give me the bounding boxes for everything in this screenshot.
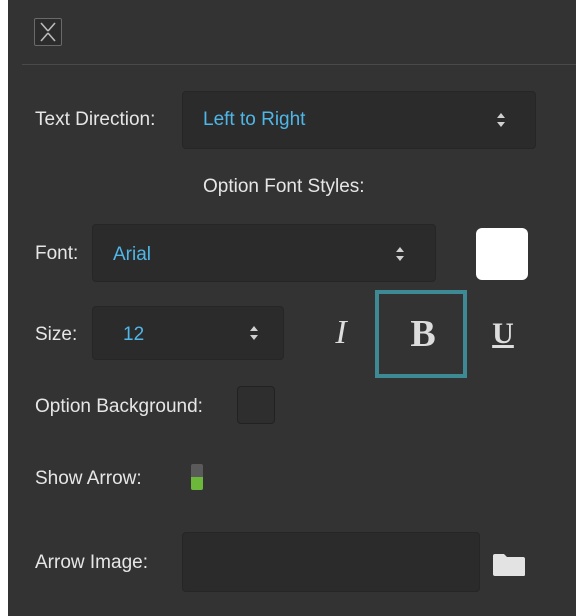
option-background-swatch[interactable] (237, 386, 275, 424)
header-divider (22, 64, 576, 65)
underline-button[interactable]: U (489, 314, 517, 354)
panel-header (8, 0, 576, 64)
font-label: Font: (35, 243, 79, 264)
arrow-image-input[interactable] (182, 532, 480, 592)
arrow-image-label: Arrow Image: (35, 552, 148, 573)
option-font-styles-heading: Option Font Styles: (203, 176, 365, 197)
close-button[interactable] (34, 18, 62, 46)
show-arrow-toggle[interactable] (191, 464, 203, 490)
spinner-arrows-icon (496, 112, 506, 128)
italic-button[interactable]: I (326, 313, 356, 353)
close-icon (40, 22, 56, 42)
spinner-arrows-icon (395, 246, 405, 262)
bold-button[interactable]: B (398, 312, 448, 356)
size-stepper[interactable]: 12 (92, 306, 284, 360)
option-background-label: Option Background: (35, 396, 203, 417)
font-value: Arial (113, 244, 152, 265)
text-direction-value: Left to Right (203, 109, 306, 130)
toggle-on-indicator (191, 477, 203, 490)
properties-panel: Text Direction: Left to Right Option Fon… (8, 0, 576, 616)
font-select[interactable]: Arial (92, 224, 436, 282)
size-label: Size: (35, 324, 78, 345)
font-color-swatch[interactable] (476, 228, 528, 280)
size-value: 12 (123, 324, 145, 345)
show-arrow-label: Show Arrow: (35, 468, 142, 489)
text-direction-label: Text Direction: (35, 109, 156, 130)
folder-icon[interactable] (492, 553, 526, 582)
spinner-arrows-icon (249, 325, 259, 341)
text-direction-select[interactable]: Left to Right (182, 91, 536, 149)
